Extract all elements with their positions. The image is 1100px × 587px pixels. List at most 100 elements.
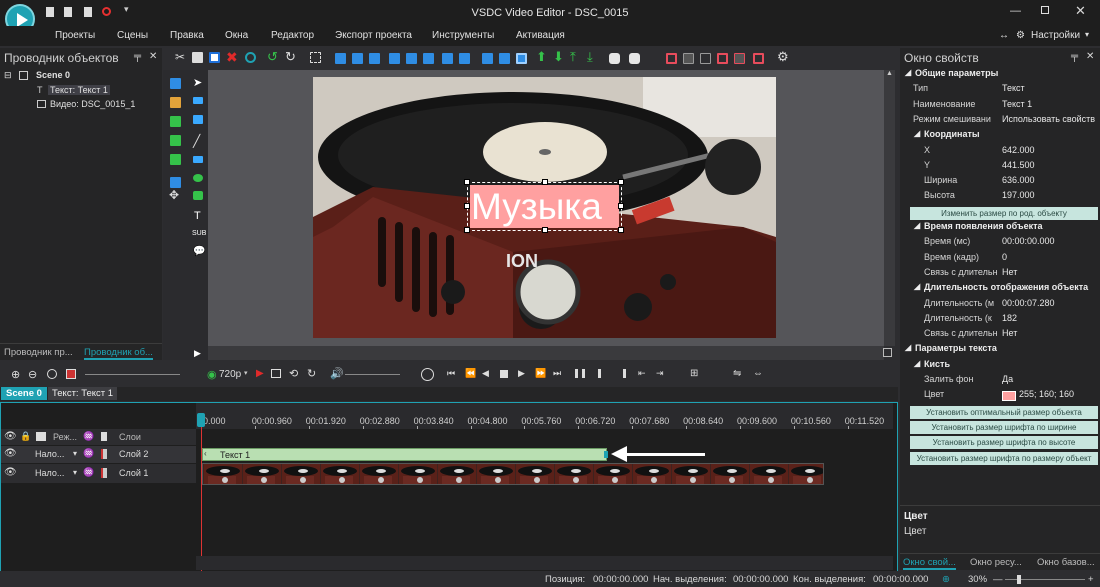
track-visibility-icon[interactable]: 👁 <box>4 448 17 459</box>
section-collapse-icon[interactable]: ◢ <box>914 129 920 138</box>
step-back-icon[interactable]: ◀ <box>482 368 489 379</box>
track-row-1[interactable]: 👁 Нало... ▾ ♒ Слой 1 <box>1 464 196 483</box>
align-bottom-icon[interactable] <box>423 53 434 64</box>
text-tool-icon[interactable]: T <box>194 210 201 222</box>
paste-icon[interactable] <box>209 52 220 63</box>
tree-video-object[interactable]: Видео: DSC_0015_1 <box>50 99 135 109</box>
save-project-icon[interactable] <box>84 7 92 17</box>
loop-icon[interactable]: ⟲ <box>289 367 298 380</box>
property-row[interactable]: Ширина 636.000 <box>902 175 1098 190</box>
track-audio-icon[interactable]: ♒ <box>83 448 94 459</box>
expand-icon[interactable]: ▶ <box>194 348 201 359</box>
volume-slider[interactable] <box>345 374 400 375</box>
property-value[interactable]: 441.500 <box>1002 160 1098 170</box>
zoom-slider-thumb[interactable] <box>1017 575 1021 584</box>
align-top-icon[interactable] <box>389 53 400 64</box>
property-row-color[interactable]: Цвет 255; 160; 160 <box>902 389 1098 404</box>
balloon-icon[interactable]: 💬 <box>193 246 205 257</box>
property-value[interactable]: Использовать свойств <box>1002 114 1098 124</box>
tab-project-explorer[interactable]: Проводник пр... <box>4 347 73 358</box>
grid-icon[interactable] <box>683 53 694 64</box>
timeline-slider[interactable] <box>85 374 180 375</box>
menu-projects[interactable]: Проекты <box>55 30 95 41</box>
record-frame-icon[interactable] <box>66 369 76 379</box>
image-tool-icon[interactable] <box>170 116 181 127</box>
center-icon[interactable] <box>482 53 493 64</box>
menu-edit[interactable]: Правка <box>170 30 204 41</box>
cut-range-icon[interactable]: ⇤ <box>638 368 646 379</box>
ellipse-icon[interactable] <box>193 174 203 182</box>
property-value[interactable]: 00:00:00.000 <box>1002 236 1098 246</box>
settings-menu[interactable]: Настройки <box>1031 30 1080 41</box>
minimize-icon[interactable]: — <box>1010 5 1021 17</box>
menu-tools[interactable]: Инструменты <box>432 30 494 41</box>
align-middle-icon[interactable] <box>406 53 417 64</box>
property-row[interactable]: Связь с длительн Нет <box>902 267 1098 282</box>
distribute-v-icon[interactable] <box>459 53 470 64</box>
clip-end-handle[interactable] <box>604 451 608 458</box>
caption-icon[interactable] <box>193 115 203 124</box>
track-layer-name[interactable]: Слой 2 <box>119 449 148 459</box>
blend-chevron-icon[interactable]: ▾ <box>73 468 77 477</box>
menu-editor[interactable]: Редактор <box>271 30 314 41</box>
quick-menu-icon[interactable]: ▾ <box>124 4 129 15</box>
section-coordinates[interactable]: ◢ Координаты <box>902 129 1098 144</box>
share-icon[interactable]: ↔ <box>999 30 1009 41</box>
snap-icon[interactable] <box>700 53 711 64</box>
resolution-select[interactable]: 720p <box>219 369 241 380</box>
gear-icon[interactable]: ⚙ <box>1016 30 1025 41</box>
center-h-icon[interactable] <box>499 53 510 64</box>
playhead-marker[interactable] <box>197 413 205 427</box>
resize-handle-l[interactable] <box>464 203 470 209</box>
property-row[interactable]: Высота 197.000 <box>902 190 1098 205</box>
vertical-scrollbar[interactable] <box>884 70 895 346</box>
tab-properties[interactable]: Окно свой... <box>903 557 956 570</box>
track-visibility-icon[interactable]: 👁 <box>4 467 17 478</box>
border-icon[interactable] <box>753 53 764 64</box>
restore-icon[interactable] <box>1041 6 1049 14</box>
zoom-fit-icon[interactable] <box>883 348 892 357</box>
split-icon[interactable] <box>575 369 585 378</box>
tree-scene[interactable]: Scene 0 <box>36 70 70 80</box>
section-collapse-icon[interactable]: ◢ <box>905 68 911 77</box>
menu-activation[interactable]: Активация <box>516 30 565 41</box>
prev-frame-icon[interactable]: ⏪ <box>465 368 476 379</box>
redo-icon[interactable]: ↻ <box>285 49 296 65</box>
record-icon[interactable] <box>102 7 111 16</box>
scroll-up-icon[interactable]: ▲ <box>886 70 893 77</box>
zoom-out-status-icon[interactable]: — <box>993 574 1003 585</box>
fullscreen-icon[interactable] <box>271 369 281 378</box>
lock-icon[interactable]: 🔒 <box>20 431 31 442</box>
section-collapse-icon[interactable]: ◢ <box>905 343 911 352</box>
move-up-icon[interactable]: ⬆ <box>536 49 547 65</box>
crop-icon[interactable] <box>666 53 677 64</box>
new-project-icon[interactable] <box>46 7 54 17</box>
settings-chevron-icon[interactable]: ▾ <box>1085 30 1089 39</box>
property-value[interactable]: 642.000 <box>1002 145 1098 155</box>
effects-tool-icon[interactable] <box>170 177 181 188</box>
clip-handle-icon[interactable]: ‹ <box>204 449 207 458</box>
resize-handle-br[interactable] <box>618 227 624 233</box>
property-row[interactable]: Связь с длительн Нет <box>902 328 1098 343</box>
property-row[interactable]: Время (мс) 00:00:00.000 <box>902 236 1098 251</box>
property-row[interactable]: Длительность (м 00:00:07.280 <box>902 298 1098 313</box>
move-bottom-icon[interactable]: ⤓ <box>587 49 593 65</box>
subtitle-tool-icon[interactable]: SUB <box>192 230 206 237</box>
resize-handle-b[interactable] <box>542 227 548 233</box>
frame-select-icon[interactable] <box>310 52 321 63</box>
video-clip[interactable] <box>202 463 824 485</box>
property-value[interactable]: 255; 160; 160 <box>1019 389 1098 399</box>
section-brush[interactable]: ◢ Кисть <box>902 359 1098 374</box>
fit-icon[interactable] <box>516 53 527 64</box>
property-row[interactable]: Режим смешивани Использовать свойств <box>902 114 1098 129</box>
more-tools-icon[interactable]: ⇔ <box>753 368 763 379</box>
snap-timeline-icon[interactable]: ⊞ <box>690 368 698 379</box>
resize-handle-tl[interactable] <box>464 179 470 185</box>
cursor-icon[interactable]: ➤ <box>193 76 202 89</box>
section-collapse-icon[interactable]: ◢ <box>914 282 920 291</box>
zoom-fit-status-icon[interactable]: ⊕ <box>942 574 950 585</box>
blend-chevron-icon[interactable]: ▾ <box>73 449 77 458</box>
property-value[interactable]: 197.000 <box>1002 190 1098 200</box>
section-general[interactable]: ◢ Общие параметры <box>902 68 1098 83</box>
select-all-icon[interactable] <box>245 52 256 63</box>
